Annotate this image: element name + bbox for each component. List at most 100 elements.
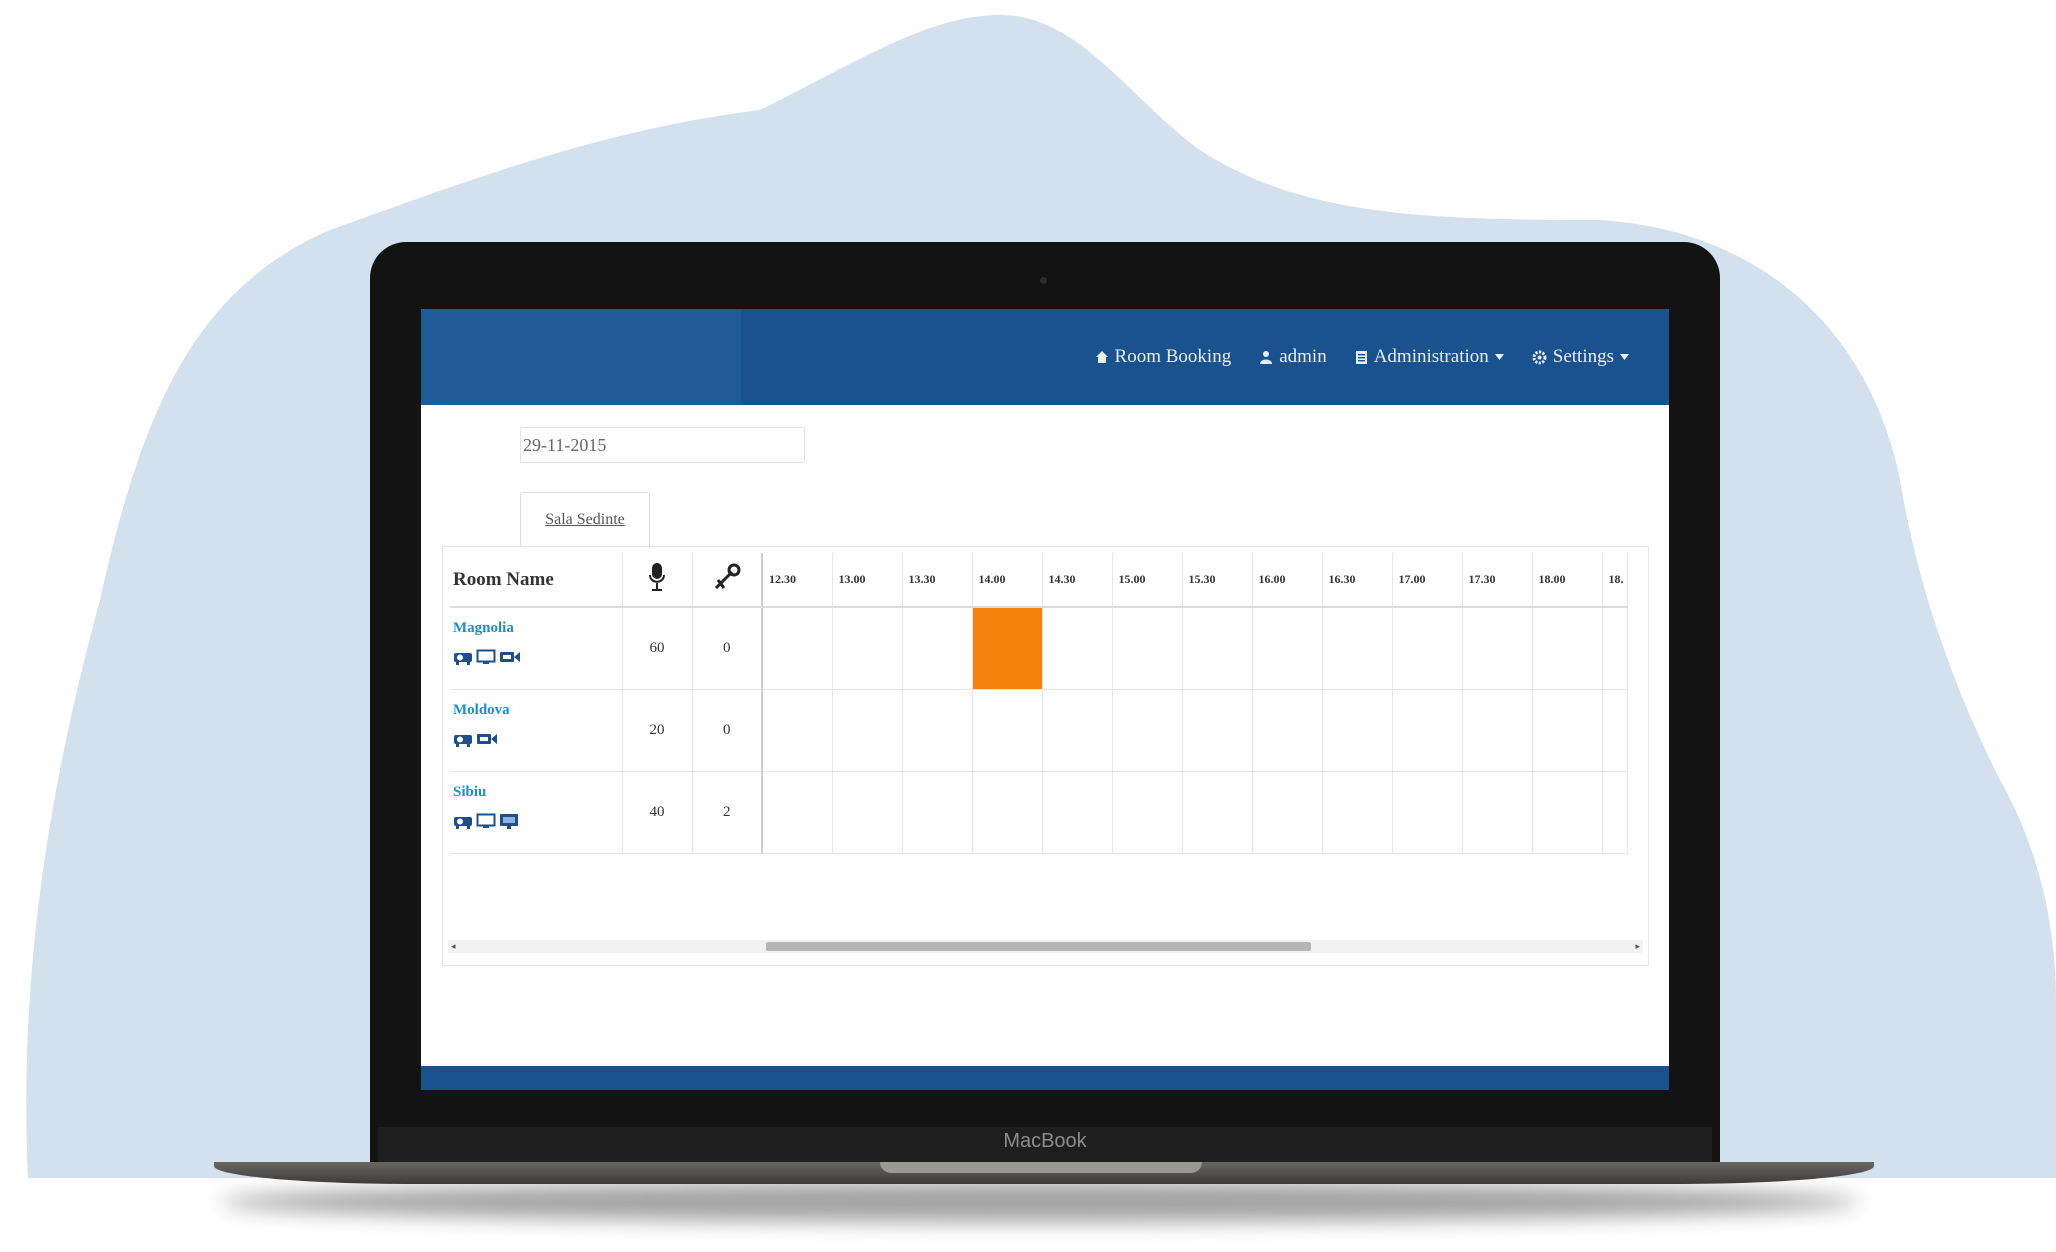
amenities <box>453 649 622 665</box>
screen-icon <box>500 813 518 829</box>
slot-cell[interactable] <box>832 607 903 690</box>
microphone-icon <box>649 563 665 591</box>
slot-cell[interactable] <box>1392 607 1463 690</box>
time-header: 16.00 <box>1252 553 1323 608</box>
extra-value: 0 <box>692 689 763 772</box>
slot-cell[interactable] <box>1322 689 1393 772</box>
slot-cell[interactable] <box>832 689 903 772</box>
date-input[interactable] <box>520 427 805 463</box>
time-header: 17.00 <box>1392 553 1463 608</box>
navbar-brand-area <box>421 309 741 405</box>
time-header: 13.30 <box>902 553 973 608</box>
slot-cell[interactable] <box>1112 771 1183 854</box>
slot-cell[interactable] <box>1042 689 1113 772</box>
laptop-shadow <box>220 1182 1860 1222</box>
nav-room-booking[interactable]: Room Booking <box>1095 346 1232 368</box>
capacity-header <box>622 553 693 608</box>
monitor-icon <box>476 649 496 664</box>
nav-room-booking-label: Room Booking <box>1114 346 1232 367</box>
navbar: Room Booking admin Administration Settin… <box>421 309 1669 405</box>
extra-value: 0 <box>692 607 763 690</box>
slot-cell[interactable] <box>1182 607 1253 690</box>
nav-user-label: admin <box>1279 346 1327 367</box>
slot-cell[interactable] <box>1392 689 1463 772</box>
nav-user[interactable]: admin <box>1259 346 1327 368</box>
caret-down-icon <box>1494 354 1504 360</box>
extra-header <box>692 553 763 608</box>
slot-cell[interactable] <box>1252 689 1323 772</box>
booking-table: Room Name 12.30 13.00 13.30 14.00 14.30 … <box>450 553 1628 854</box>
slot-cell[interactable] <box>1042 771 1113 854</box>
room-name-link[interactable]: Magnolia <box>453 620 622 637</box>
scroll-left-arrow[interactable]: ◂ <box>451 942 456 951</box>
room-name-header: Room Name <box>450 553 623 608</box>
time-header: 14.30 <box>1042 553 1113 608</box>
slot-cell[interactable] <box>1392 771 1463 854</box>
booked-slot[interactable] <box>972 607 1043 690</box>
time-header: 15.30 <box>1182 553 1253 608</box>
slot-cell[interactable] <box>972 771 1043 854</box>
slot-cell[interactable] <box>1532 689 1603 772</box>
horizontal-scrollbar[interactable]: ◂ ▸ <box>448 940 1643 953</box>
slot-cell[interactable] <box>1252 607 1323 690</box>
nav-administration[interactable]: Administration <box>1355 346 1504 368</box>
slot-cell[interactable] <box>902 771 973 854</box>
slot-cell[interactable] <box>762 771 833 854</box>
slot-cell[interactable] <box>1602 771 1628 854</box>
monitor-icon <box>476 813 496 828</box>
video-icon <box>500 652 520 662</box>
tab-label: Sala Sedinte <box>545 510 625 528</box>
slot-cell[interactable] <box>902 689 973 772</box>
room-name-link[interactable]: Sibiu <box>453 784 622 801</box>
slot-cell[interactable] <box>1602 607 1628 690</box>
table-row: Magnolia 60 0 <box>450 607 1628 690</box>
slot-cell[interactable] <box>832 771 903 854</box>
video-icon <box>477 733 497 744</box>
scrollbar-thumb[interactable] <box>766 942 1311 951</box>
tab-sala-sedinte[interactable]: Sala Sedinte <box>520 492 650 546</box>
room-cell: Magnolia <box>450 607 623 690</box>
amenities <box>453 813 622 831</box>
time-header: 13.00 <box>832 553 903 608</box>
slot-cell[interactable] <box>1462 607 1533 690</box>
slot-cell[interactable] <box>1322 607 1393 690</box>
nav-administration-label: Administration <box>1373 346 1489 367</box>
app-screen: Room Booking admin Administration Settin… <box>421 309 1669 1090</box>
camera <box>1040 277 1047 284</box>
time-header: 18. <box>1602 553 1628 608</box>
slot-cell[interactable] <box>762 689 833 772</box>
time-header: 18.00 <box>1532 553 1603 608</box>
booking-panel: Room Name 12.30 13.00 13.30 14.00 14.30 … <box>442 546 1649 966</box>
slot-cell[interactable] <box>972 689 1043 772</box>
table-row: Sibiu 40 2 <box>450 771 1628 854</box>
capacity-value: 60 <box>622 607 693 690</box>
slot-cell[interactable] <box>1042 607 1113 690</box>
slot-cell[interactable] <box>1252 771 1323 854</box>
slot-cell[interactable] <box>1182 689 1253 772</box>
slot-cell[interactable] <box>1602 689 1628 772</box>
time-header: 17.30 <box>1462 553 1533 608</box>
document-icon <box>1355 350 1367 364</box>
user-icon <box>1260 351 1273 364</box>
slot-cell[interactable] <box>902 607 973 690</box>
slot-cell[interactable] <box>1462 689 1533 772</box>
laptop-notch <box>880 1162 1202 1173</box>
slot-cell[interactable] <box>1532 771 1603 854</box>
capacity-value: 20 <box>622 689 693 772</box>
time-header: 12.30 <box>762 553 833 608</box>
scroll-right-arrow[interactable]: ▸ <box>1635 942 1640 951</box>
slot-cell[interactable] <box>762 607 833 690</box>
slot-cell[interactable] <box>1182 771 1253 854</box>
slot-cell[interactable] <box>1112 689 1183 772</box>
slot-cell[interactable] <box>1462 771 1533 854</box>
room-cell: Moldova <box>450 689 623 772</box>
table-header-row: Room Name 12.30 13.00 13.30 14.00 14.30 … <box>450 553 1628 608</box>
slot-cell[interactable] <box>1112 607 1183 690</box>
slot-cell[interactable] <box>1322 771 1393 854</box>
room-name-link[interactable]: Moldova <box>453 702 622 719</box>
amenities <box>453 731 622 747</box>
slot-cell[interactable] <box>1532 607 1603 690</box>
time-header: 15.00 <box>1112 553 1183 608</box>
nav-settings[interactable]: Settings <box>1532 346 1629 368</box>
caret-down-icon <box>1620 354 1629 360</box>
